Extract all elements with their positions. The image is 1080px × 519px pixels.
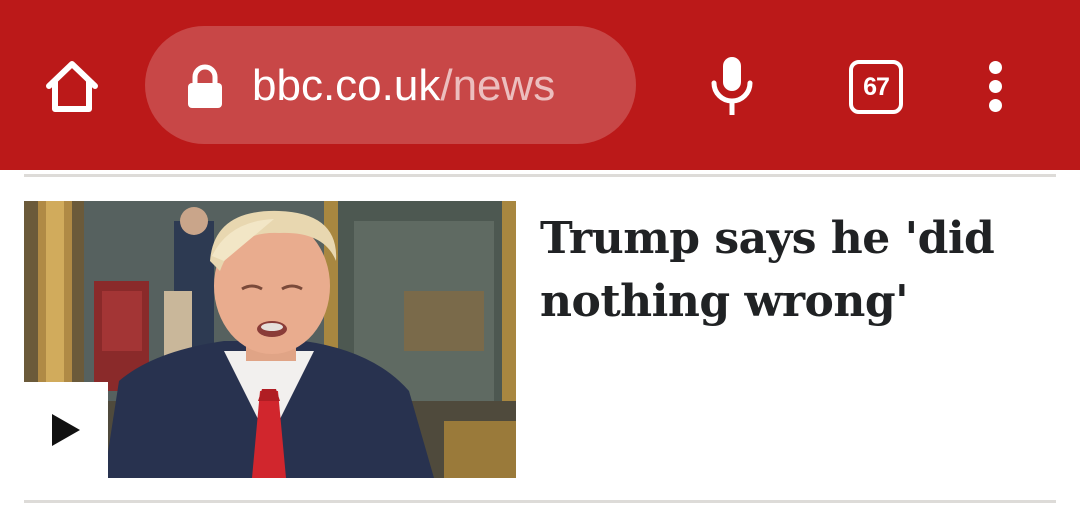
home-icon: [46, 61, 98, 112]
home-button[interactable]: [38, 52, 106, 120]
menu-dot: [988, 79, 1002, 93]
browser-toolbar: bbc.co.uk/news 67: [0, 0, 1080, 170]
story-thumbnail[interactable]: [24, 201, 516, 478]
story-headline[interactable]: Trump says he 'did nothing wrong': [540, 207, 1040, 333]
browser-menu-button[interactable]: [975, 52, 1015, 120]
play-icon: [52, 414, 80, 446]
menu-dot: [988, 98, 1002, 112]
url-path: /news: [440, 61, 556, 110]
tab-count: 67: [863, 72, 890, 101]
bottom-divider: [24, 500, 1056, 503]
menu-dot: [988, 60, 1002, 74]
play-button[interactable]: [24, 382, 108, 478]
voice-search-button[interactable]: [700, 52, 764, 120]
tab-switcher-icon: 67: [849, 60, 903, 114]
top-divider: [24, 174, 1056, 177]
address-bar[interactable]: bbc.co.uk/news: [145, 26, 636, 144]
microphone-icon: [711, 57, 753, 115]
lock-icon: [188, 64, 222, 108]
url-domain: bbc.co.uk: [252, 61, 441, 110]
url-text: bbc.co.uk/news: [252, 56, 555, 116]
tab-switcher-button[interactable]: 67: [846, 57, 904, 115]
news-story-card[interactable]: Trump says he 'did nothing wrong': [24, 201, 1056, 478]
